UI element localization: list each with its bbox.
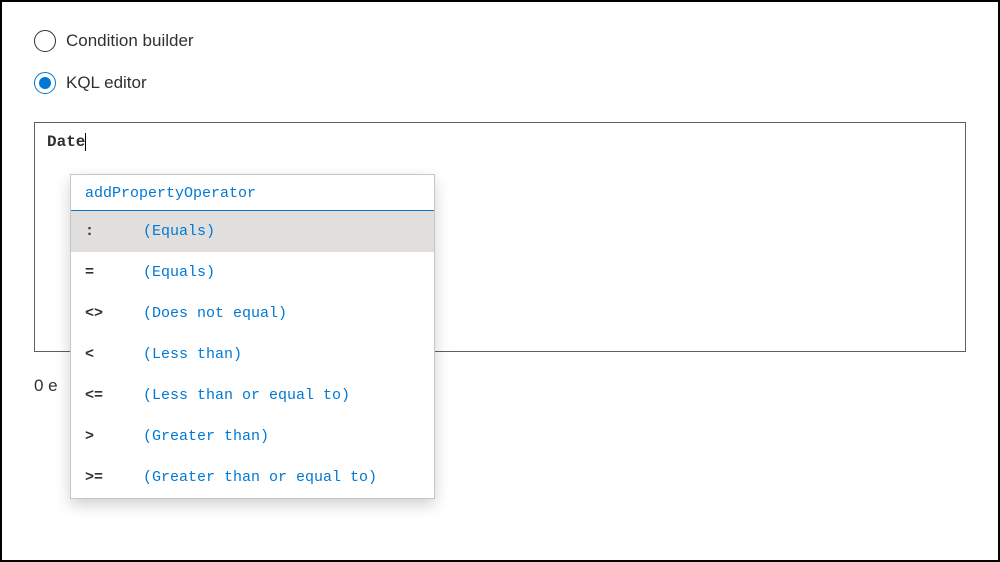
autocomplete-item[interactable]: < (Less than) [71, 334, 434, 375]
operator-symbol: >= [85, 469, 143, 486]
radio-icon [34, 30, 56, 52]
radio-label: KQL editor [66, 73, 147, 93]
operator-description: (Equals) [143, 223, 215, 240]
mode-radio-group: Condition builder KQL editor [34, 30, 966, 94]
operator-symbol: > [85, 428, 143, 445]
operator-symbol: <= [85, 387, 143, 404]
text-cursor [85, 133, 86, 151]
operator-description: (Does not equal) [143, 305, 287, 322]
operator-symbol: : [85, 223, 143, 240]
autocomplete-item[interactable]: <= (Less than or equal to) [71, 375, 434, 416]
operator-description: (Greater than) [143, 428, 269, 445]
radio-condition-builder[interactable]: Condition builder [34, 30, 966, 52]
autocomplete-popup: addPropertyOperator : (Equals) = (Equals… [70, 174, 435, 499]
editor-content: Date [47, 133, 85, 151]
radio-icon [34, 72, 56, 94]
radio-kql-editor[interactable]: KQL editor [34, 72, 966, 94]
autocomplete-item[interactable]: >= (Greater than or equal to) [71, 457, 434, 498]
operator-description: (Less than) [143, 346, 242, 363]
autocomplete-header: addPropertyOperator [71, 175, 434, 211]
operator-symbol: = [85, 264, 143, 281]
autocomplete-item[interactable]: = (Equals) [71, 252, 434, 293]
radio-label: Condition builder [66, 31, 194, 51]
operator-description: (Greater than or equal to) [143, 469, 377, 486]
autocomplete-item[interactable]: > (Greater than) [71, 416, 434, 457]
operator-description: (Less than or equal to) [143, 387, 350, 404]
autocomplete-item[interactable]: : (Equals) [71, 211, 434, 252]
operator-symbol: <> [85, 305, 143, 322]
operator-symbol: < [85, 346, 143, 363]
autocomplete-item[interactable]: <> (Does not equal) [71, 293, 434, 334]
operator-description: (Equals) [143, 264, 215, 281]
